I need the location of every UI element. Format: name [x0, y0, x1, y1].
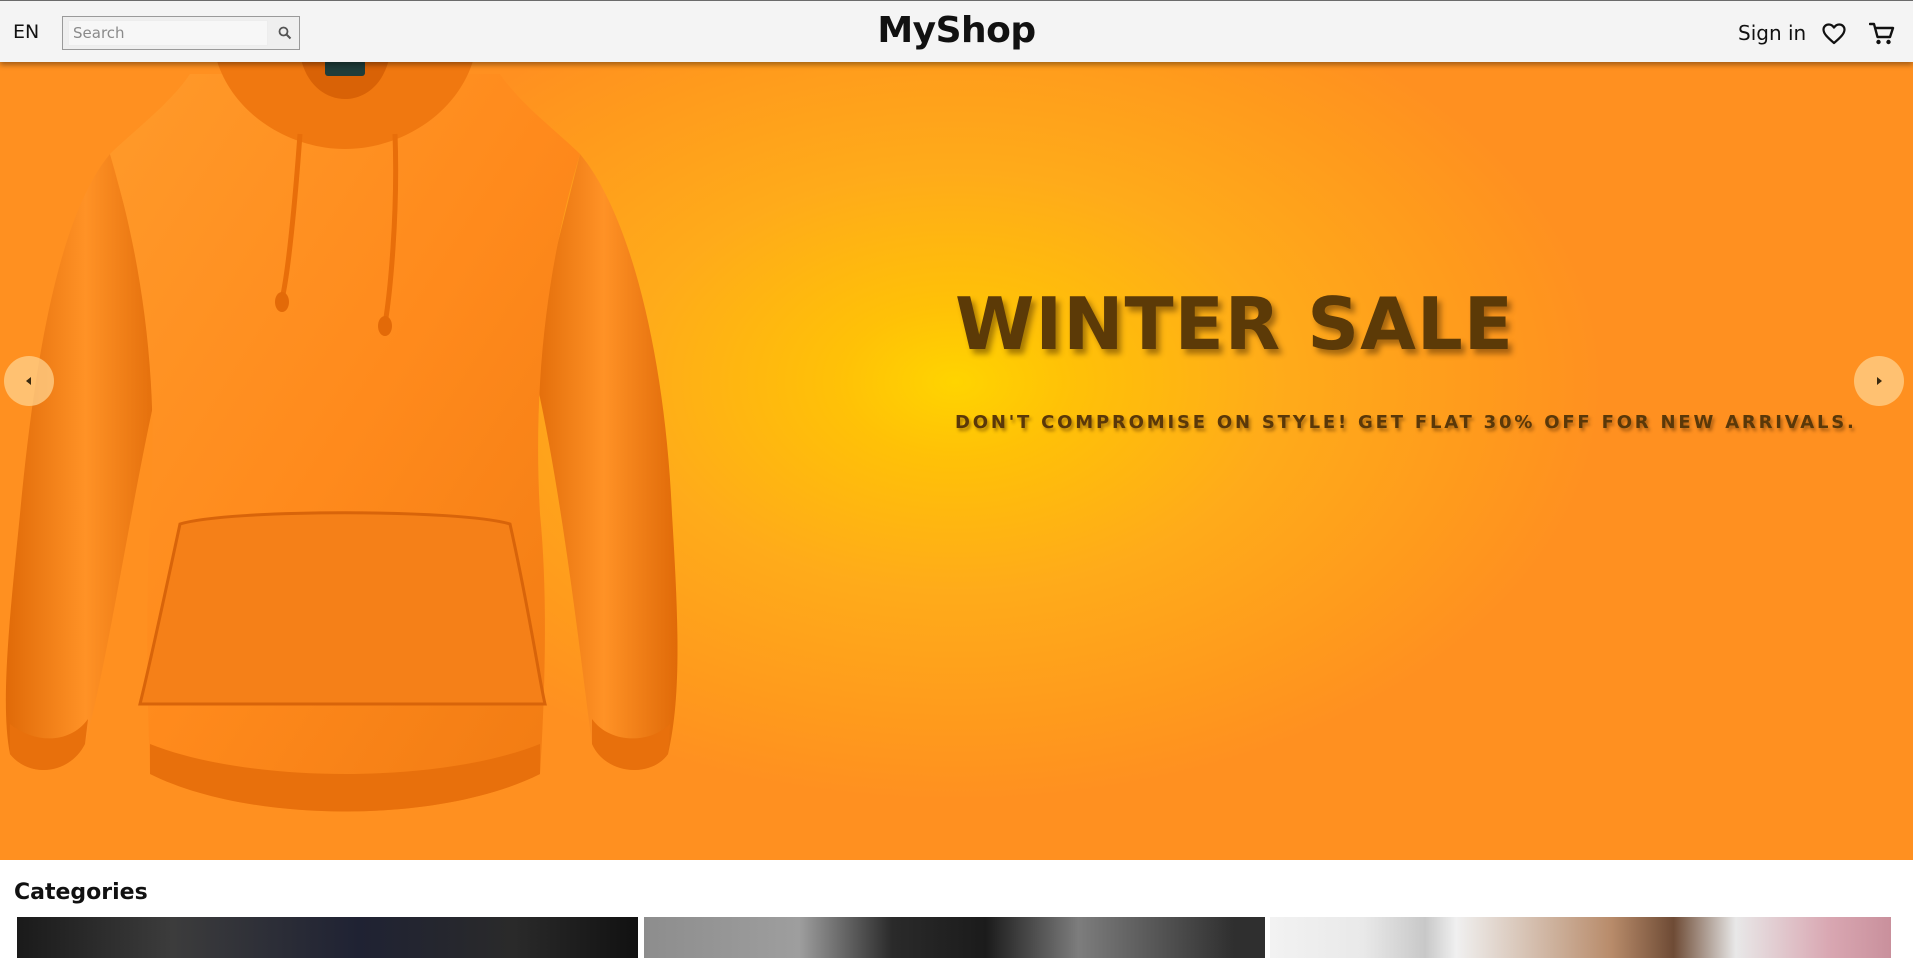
cart-icon[interactable]	[1869, 22, 1895, 46]
categories-heading: Categories	[14, 880, 148, 905]
search-input[interactable]	[68, 20, 268, 46]
category-card-1[interactable]	[17, 917, 638, 958]
hero-banner: WINTER SALE DON'T COMPROMISE ON STYLE! G…	[0, 62, 1913, 860]
search-icon[interactable]	[277, 25, 293, 41]
site-header: EN MyShop Sign in	[0, 0, 1913, 62]
sign-in-link[interactable]: Sign in	[1738, 21, 1806, 45]
carousel-prev-button[interactable]	[4, 356, 54, 406]
chevron-left-icon	[26, 377, 31, 385]
hero-subtitle: DON'T COMPROMISE ON STYLE! GET FLAT 30% …	[955, 412, 1857, 433]
hero-title: WINTER SALE	[955, 282, 1514, 366]
category-card-3[interactable]	[1270, 917, 1891, 958]
carousel-next-button[interactable]	[1854, 356, 1904, 406]
chevron-right-icon	[1877, 377, 1882, 385]
site-logo[interactable]: MyShop	[877, 10, 1036, 51]
language-selector[interactable]: EN	[13, 21, 39, 43]
hoodie-product-image	[5, 62, 678, 812]
heart-icon[interactable]	[1822, 23, 1846, 45]
search-bar	[62, 16, 300, 50]
category-card-2[interactable]	[644, 917, 1265, 958]
